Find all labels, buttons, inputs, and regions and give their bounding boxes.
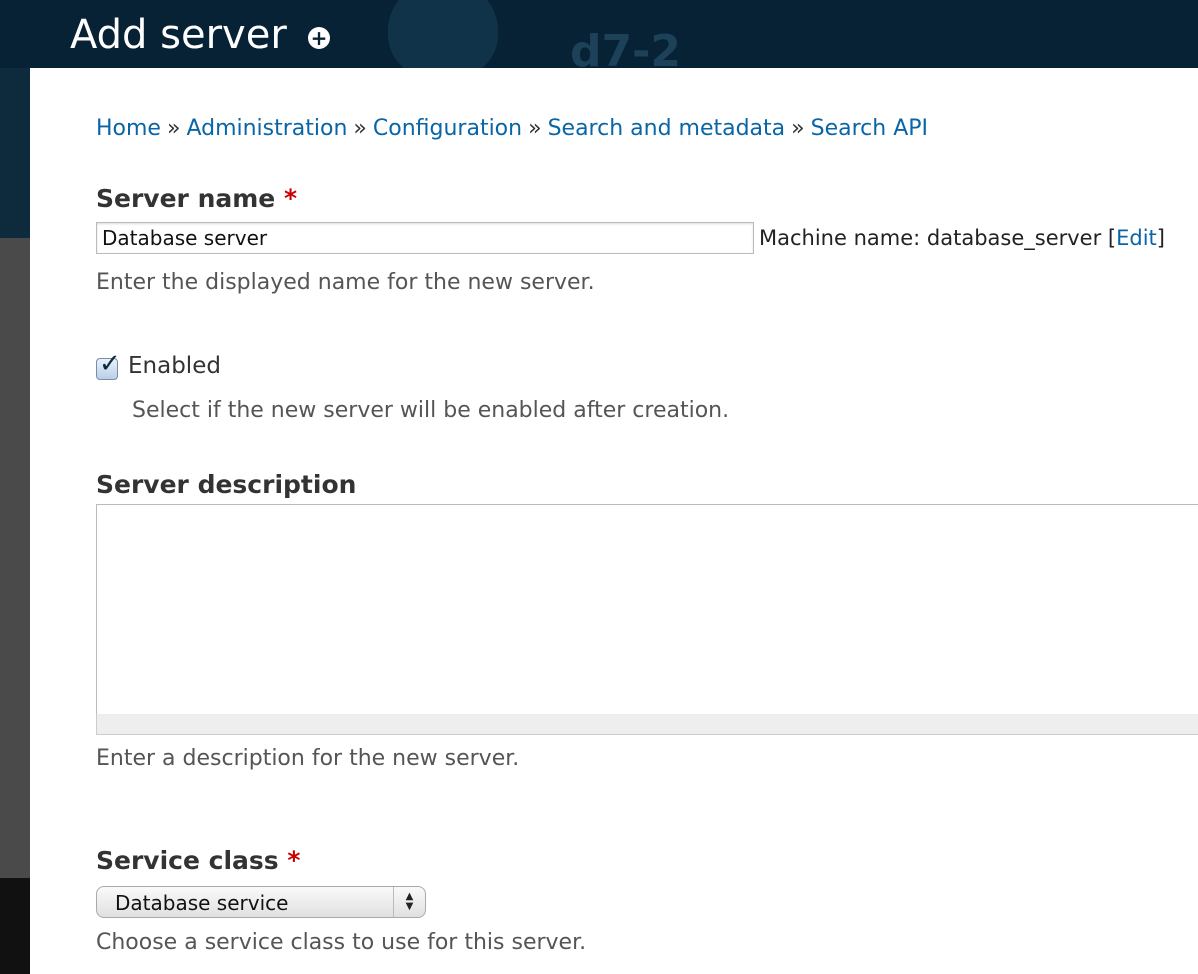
textarea-resize-handle[interactable]: [96, 714, 1198, 735]
main-content: Home» Administration» Configuration» Search…: [30, 68, 1198, 974]
server-name-label-text: Server name: [96, 184, 276, 213]
checkmark-icon: ✓: [99, 349, 121, 379]
machine-name-bracket: ]: [1156, 226, 1165, 250]
left-sidebar-band: [0, 878, 30, 974]
required-marker: *: [283, 184, 298, 213]
server-name-input[interactable]: Database server: [96, 222, 754, 254]
machine-name-text: Machine name: database_server [: [759, 226, 1117, 250]
service-class-description: Choose a service class to use for this s…: [96, 930, 587, 955]
add-shortcut-icon[interactable]: +: [308, 27, 330, 49]
server-name-description: Enter the displayed name for the new ser…: [96, 270, 595, 295]
breadcrumb-separator: »: [528, 116, 542, 141]
enabled-description: Select if the new server will be enabled…: [132, 398, 730, 423]
breadcrumb-home[interactable]: Home: [96, 116, 161, 141]
breadcrumb-separator: »: [166, 116, 181, 141]
server-description-description: Enter a description for the new server.: [96, 746, 520, 771]
select-arrows-icon: ▲ ▼: [393, 887, 425, 917]
enabled-label[interactable]: Enabled: [128, 353, 221, 379]
breadcrumb-administration[interactable]: Administration: [186, 116, 347, 141]
breadcrumb-separator: »: [791, 116, 805, 141]
machine-name-edit-link[interactable]: Edit: [1116, 226, 1157, 250]
server-name-label: Server name *: [96, 184, 297, 213]
service-class-label: Service class *: [96, 846, 300, 875]
service-class-select[interactable]: Database service ▲ ▼: [96, 886, 426, 918]
server-description-textarea[interactable]: [96, 504, 1198, 716]
machine-name: Machine name: database_server [Edit]: [759, 226, 1165, 250]
server-description-label: Server description: [96, 470, 357, 499]
page-title: Add server: [70, 12, 287, 58]
service-class-label-text: Service class: [96, 846, 279, 875]
breadcrumb-separator: »: [353, 116, 367, 141]
breadcrumb-configuration[interactable]: Configuration: [373, 116, 522, 141]
service-class-selected-value: Database service: [115, 891, 289, 915]
breadcrumb-search-api[interactable]: Search API: [811, 116, 928, 141]
breadcrumb-search-and-metadata[interactable]: Search and metadata: [548, 116, 786, 141]
enabled-checkbox[interactable]: ✓: [96, 349, 121, 380]
required-marker: *: [287, 846, 301, 875]
breadcrumb: Home» Administration» Configuration» Search…: [96, 116, 928, 141]
